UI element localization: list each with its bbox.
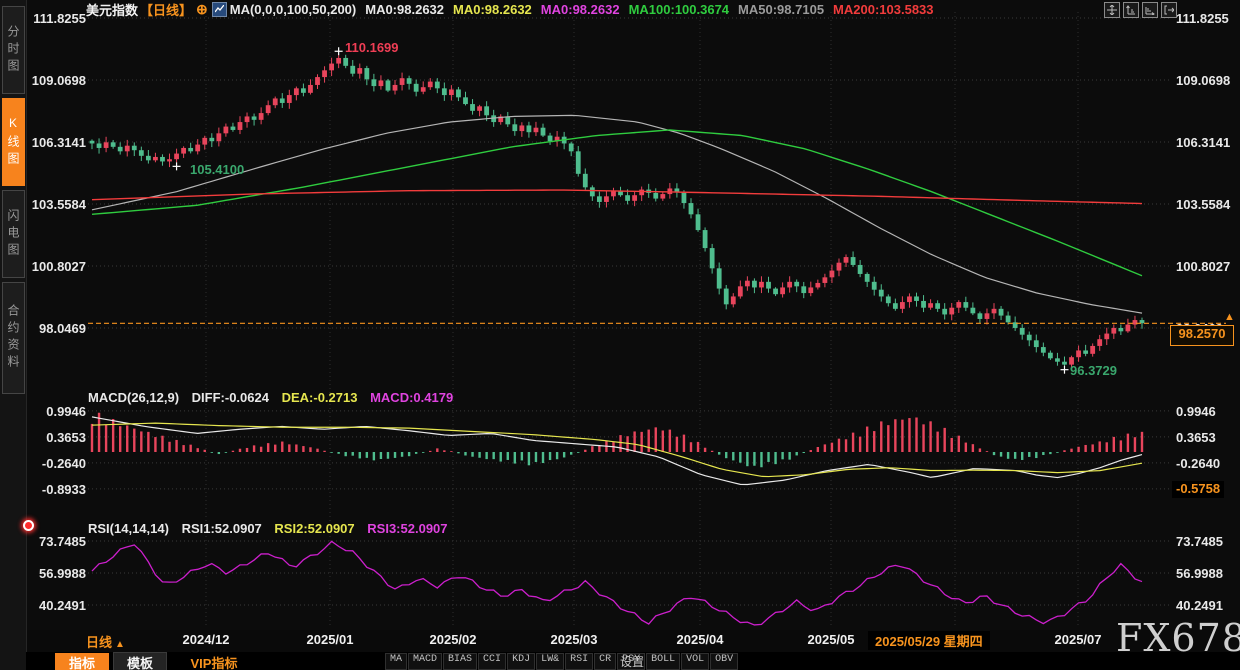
symbol-title: 美元指数 xyxy=(86,0,138,19)
macd-axis-left-0: 0.9946 xyxy=(28,404,86,419)
date-label-3: 2025/03 xyxy=(542,632,606,647)
tab-indicators[interactable]: 指标 xyxy=(55,653,109,670)
period-label: 日线 xyxy=(86,635,112,650)
ma0-value-1: MA0:98.2632 xyxy=(365,2,444,17)
indicator-chart-icon xyxy=(212,2,227,17)
date-label-5: 2025/05 xyxy=(799,632,863,647)
macd-axis-left-2: -0.2640 xyxy=(28,456,86,471)
rsi-axis-left-2: 40.2491 xyxy=(28,598,86,613)
price-up-arrow-icon: ▲ xyxy=(1224,311,1235,323)
price-axis-left-5: 98.0469 xyxy=(28,321,86,336)
sidebar-item-candlestick-chart[interactable]: K线图 xyxy=(2,98,25,186)
macd-title: MACD(26,12,9) xyxy=(88,390,179,405)
rsi-axis-left-1: 56.9988 xyxy=(28,566,86,581)
price-axis-right-0: 111.8255 xyxy=(1176,11,1229,26)
macd-dea-value: DEA:-0.2713 xyxy=(282,390,358,405)
date-label-2: 2025/02 xyxy=(421,632,485,647)
indicator-button-vol[interactable]: VOL xyxy=(681,653,709,670)
rsi-header: RSI(14,14,14) RSI1:52.0907 RSI2:52.0907 … xyxy=(88,521,457,536)
exit-fullscreen-icon[interactable] xyxy=(1161,2,1177,18)
last-price-badge: 98.2570 xyxy=(1170,325,1234,346)
indicator-button-cci[interactable]: CCI xyxy=(478,653,506,670)
macd-header: MACD(26,12,9) DIFF:-0.0624 DEA:-0.2713 M… xyxy=(88,390,462,405)
tab-vip-indicators[interactable]: VIP指标 xyxy=(176,653,252,670)
sidebar-item-contract-info[interactable]: 合约资料 xyxy=(2,282,25,394)
macd-axis-left-3: -0.8933 xyxy=(28,482,86,497)
chart-header: 美元指数 【日线】 ⊕ MA(0,0,0,100,50,200) MA0:98.… xyxy=(30,1,943,17)
rsi1-value: RSI1:52.0907 xyxy=(182,521,262,536)
live-dot-icon xyxy=(23,520,34,531)
indicator-button-macd[interactable]: MACD xyxy=(408,653,442,670)
indicator-button-row: MA MACD BIAS CCI KDJ LW& RSI CR PSY BOLL… xyxy=(385,653,739,670)
high-price-label: 110.1699 xyxy=(345,40,399,55)
chart-application: 分时图 K线图 闪电图 合约资料 美元指数 【日线】 ⊕ MA(0,0,0,10… xyxy=(0,0,1240,670)
price-axis-left-2: 106.3141 xyxy=(28,135,86,150)
macd-last-value-badge: -0.5758 xyxy=(1172,481,1224,498)
period-dropdown-icon: ▲ xyxy=(115,639,125,650)
rsi3-value: RSI3:52.0907 xyxy=(367,521,447,536)
ma-settings-label: MA(0,0,0,100,50,200) xyxy=(230,2,356,17)
sidebar: 分时图 K线图 闪电图 合约资料 xyxy=(0,0,27,670)
sidebar-item-timeline-chart[interactable]: 分时图 xyxy=(2,6,25,94)
macd-axis-right-1: 0.3653 xyxy=(1176,430,1216,445)
date-label-last: 2025/07 xyxy=(1046,632,1110,647)
rsi2-value: RSI2:52.0907 xyxy=(274,521,354,536)
rsi-axis-right-0: 73.7485 xyxy=(1176,534,1223,549)
period-selector[interactable]: 日线▲ xyxy=(86,632,125,651)
ma100-value: MA100:100.3674 xyxy=(629,2,729,17)
rsi-title: RSI(14,14,14) xyxy=(88,521,169,536)
early-low-price-label: 105.4100 xyxy=(190,162,244,177)
price-axis-left-4: 100.8027 xyxy=(28,259,86,274)
indicator-button-obv[interactable]: OBV xyxy=(710,653,738,670)
macd-axis-left-1: 0.3653 xyxy=(28,430,86,445)
indicator-button-lw[interactable]: LW& xyxy=(536,653,564,670)
low-price-label: 96.3729 xyxy=(1070,363,1117,378)
pan-chart-icon[interactable] xyxy=(1104,2,1120,18)
ma50-value: MA50:98.7105 xyxy=(738,2,824,17)
price-axis-right-4: 100.8027 xyxy=(1176,259,1230,274)
price-axis-right-2: 106.3141 xyxy=(1176,135,1230,150)
price-axis-right-1: 109.0698 xyxy=(1176,73,1230,88)
chart-toolbar xyxy=(1104,2,1177,18)
macd-macd-value: MACD:0.4179 xyxy=(370,390,453,405)
ma0-value-2: MA0:98.2632 xyxy=(453,2,532,17)
indicator-button-kdj[interactable]: KDJ xyxy=(507,653,535,670)
price-axis-right-3: 103.5584 xyxy=(1176,197,1230,212)
period-title: 【日线】 xyxy=(140,0,192,19)
date-label-1: 2025/01 xyxy=(298,632,362,647)
price-axis-left-3: 103.5584 xyxy=(28,197,86,212)
settings-button[interactable]: 设置 xyxy=(620,653,644,670)
y-axis-scale-icon[interactable] xyxy=(1123,2,1139,18)
x-axis-scale-icon[interactable] xyxy=(1142,2,1158,18)
add-indicator-icon[interactable]: ⊕ xyxy=(196,1,208,18)
macd-axis-right-2: -0.2640 xyxy=(1176,456,1220,471)
macd-diff-value: DIFF:-0.0624 xyxy=(192,390,269,405)
indicator-button-boll[interactable]: BOLL xyxy=(646,653,680,670)
rsi-axis-right-1: 56.9988 xyxy=(1176,566,1223,581)
price-chart-canvas[interactable] xyxy=(0,0,1240,670)
macd-axis-right-0: 0.9946 xyxy=(1176,404,1216,419)
sidebar-item-lightning-chart[interactable]: 闪电图 xyxy=(2,190,25,278)
date-label-0: 2024/12 xyxy=(174,632,238,647)
tab-templates[interactable]: 模板 xyxy=(113,652,167,670)
rsi-axis-right-2: 40.2491 xyxy=(1176,598,1223,613)
indicator-button-ma[interactable]: MA xyxy=(385,653,407,670)
ma200-value: MA200:103.5833 xyxy=(833,2,933,17)
rsi-axis-left-0: 73.7485 xyxy=(28,534,86,549)
date-label-4: 2025/04 xyxy=(668,632,732,647)
indicator-button-bias[interactable]: BIAS xyxy=(443,653,477,670)
date-axis: 日线▲ 2024/12 2025/01 2025/02 2025/03 2025… xyxy=(26,630,1240,652)
price-axis-left-1: 109.0698 xyxy=(28,73,86,88)
indicator-button-cr[interactable]: CR xyxy=(594,653,616,670)
indicator-button-rsi[interactable]: RSI xyxy=(565,653,593,670)
bottom-toolbar: 指标 模板 VIP指标 MA MACD BIAS CCI KDJ LW& RSI… xyxy=(26,652,1240,670)
crosshair-date-label: 2025/05/29 星期四 xyxy=(868,631,990,650)
ma0-value-3: MA0:98.2632 xyxy=(541,2,620,17)
